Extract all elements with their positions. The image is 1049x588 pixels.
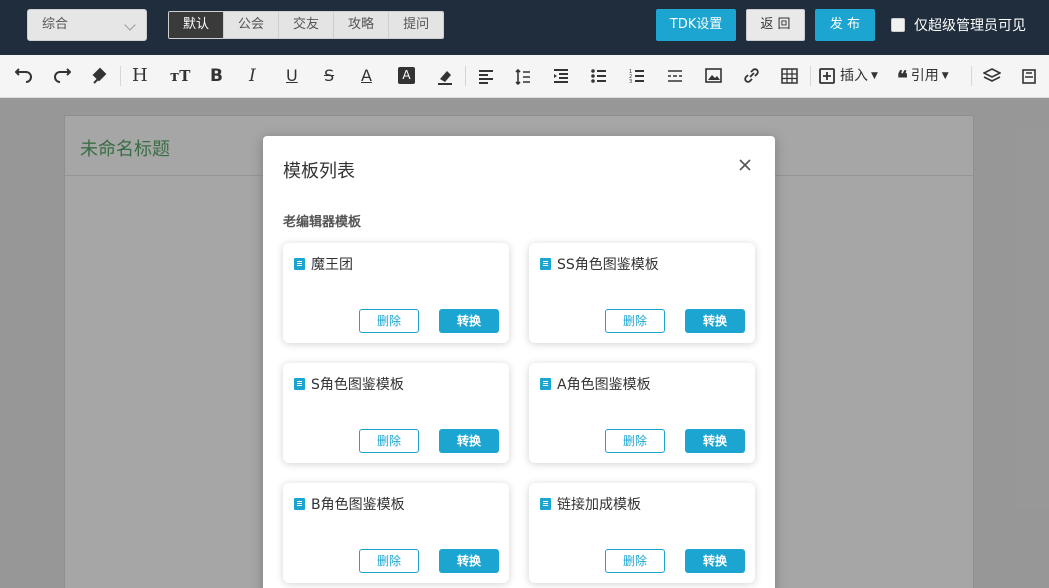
- section-title: 老编辑器模板: [283, 215, 362, 230]
- tab-guide[interactable]: 攻略: [334, 12, 390, 38]
- close-icon[interactable]: [738, 158, 752, 172]
- template-card: A角色图鉴模板 删除 转换: [529, 363, 755, 463]
- template-list-dialog: 模板列表 老编辑器模板 魔王团 删除 转换 SS角色图鉴模板 删除 转换 S角色…: [263, 136, 775, 588]
- delete-button[interactable]: 删除: [605, 549, 665, 573]
- underline-icon[interactable]: U: [286, 65, 298, 87]
- template-icon[interactable]: [1021, 65, 1037, 87]
- redo-icon[interactable]: [53, 65, 71, 87]
- link-icon[interactable]: [743, 65, 760, 87]
- image-icon[interactable]: [705, 65, 722, 87]
- convert-button[interactable]: 转换: [439, 309, 499, 333]
- document-icon: [540, 378, 551, 390]
- quote-menu[interactable]: ❝ 引用 ▼: [897, 65, 949, 90]
- document-icon: [294, 258, 305, 270]
- top-bar: 综合 默认 公会 交友 攻略 提问 TDK设置 返 回 发 布 仅超级管理员可见: [0, 0, 1049, 55]
- category-select[interactable]: 综合: [27, 9, 147, 41]
- tdk-settings-button[interactable]: TDK设置: [656, 9, 736, 41]
- delete-button[interactable]: 删除: [605, 309, 665, 333]
- template-name: 链接加成模板: [557, 497, 641, 513]
- heading-icon[interactable]: H: [132, 65, 148, 87]
- font-size-icon[interactable]: тT: [170, 65, 190, 87]
- document-icon: [540, 498, 551, 510]
- admin-only-toggle[interactable]: 仅超级管理员可见: [891, 15, 1026, 35]
- caret-down-icon: ▼: [871, 71, 878, 81]
- document-icon: [294, 498, 305, 510]
- convert-button[interactable]: 转换: [685, 309, 745, 333]
- template-card: 魔王团 删除 转换: [283, 243, 509, 343]
- chevron-down-icon: [124, 19, 136, 31]
- svg-text:3: 3: [629, 79, 632, 85]
- template-name: A角色图鉴模板: [557, 377, 651, 393]
- undo-icon[interactable]: [15, 65, 33, 87]
- template-name: 魔王团: [311, 257, 353, 273]
- tab-default[interactable]: 默认: [169, 12, 225, 38]
- admin-only-label: 仅超级管理员可见: [914, 18, 1026, 34]
- font-color-icon[interactable]: A: [361, 65, 372, 87]
- convert-button[interactable]: 转换: [685, 429, 745, 453]
- admin-only-checkbox[interactable]: [891, 18, 905, 32]
- template-card: B角色图鉴模板 删除 转换: [283, 483, 509, 583]
- bullet-list-icon[interactable]: [591, 65, 607, 87]
- dialog-title: 模板列表: [283, 161, 355, 182]
- eraser-icon[interactable]: [436, 65, 454, 87]
- numbered-list-icon[interactable]: 123: [629, 65, 645, 87]
- delete-button[interactable]: 删除: [605, 429, 665, 453]
- align-icon[interactable]: [478, 65, 494, 87]
- background-color-icon[interactable]: A: [398, 67, 415, 84]
- template-name: B角色图鉴模板: [311, 497, 405, 513]
- back-button[interactable]: 返 回: [746, 9, 805, 41]
- bold-icon[interactable]: B: [210, 65, 223, 87]
- editor-toolbar: H тT B I U S A A 123 插入 ▼ ❝ 引用 ▼: [0, 55, 1049, 98]
- delete-button[interactable]: 删除: [359, 429, 419, 453]
- strikethrough-icon[interactable]: S: [324, 65, 334, 87]
- toolbar-divider: [465, 66, 466, 86]
- quote-label: 引用: [910, 68, 939, 84]
- delete-button[interactable]: 删除: [359, 309, 419, 333]
- convert-button[interactable]: 转换: [685, 549, 745, 573]
- plus-box-icon: [819, 68, 835, 84]
- toolbar-divider: [971, 66, 972, 86]
- template-card: 链接加成模板 删除 转换: [529, 483, 755, 583]
- format-painter-icon[interactable]: [91, 65, 109, 87]
- post-type-tabs: 默认 公会 交友 攻略 提问: [168, 11, 445, 39]
- template-card: SS角色图鉴模板 删除 转换: [529, 243, 755, 343]
- caret-down-icon: ▼: [941, 71, 949, 81]
- convert-button[interactable]: 转换: [439, 429, 499, 453]
- delete-button[interactable]: 删除: [359, 549, 419, 573]
- insert-label: 插入: [840, 68, 868, 84]
- convert-button[interactable]: 转换: [439, 549, 499, 573]
- toolbar-divider: [810, 66, 811, 86]
- divider-line-icon[interactable]: [667, 65, 683, 87]
- toolbar-divider: [120, 66, 121, 86]
- tab-guild[interactable]: 公会: [224, 12, 280, 38]
- insert-menu[interactable]: 插入 ▼: [819, 65, 878, 87]
- italic-icon[interactable]: I: [249, 65, 256, 87]
- document-icon: [294, 378, 305, 390]
- template-card: S角色图鉴模板 删除 转换: [283, 363, 509, 463]
- line-height-icon[interactable]: [515, 65, 531, 87]
- table-icon[interactable]: [781, 65, 798, 87]
- indent-icon[interactable]: [553, 65, 569, 87]
- quote-icon: ❝: [897, 66, 908, 90]
- layers-icon[interactable]: [983, 65, 1001, 87]
- tab-friends[interactable]: 交友: [279, 12, 335, 38]
- template-name: SS角色图鉴模板: [557, 257, 659, 273]
- category-select-value: 综合: [42, 17, 69, 32]
- publish-button[interactable]: 发 布: [815, 9, 875, 41]
- document-icon: [540, 258, 551, 270]
- tab-question[interactable]: 提问: [389, 12, 444, 38]
- template-name: S角色图鉴模板: [311, 377, 404, 393]
